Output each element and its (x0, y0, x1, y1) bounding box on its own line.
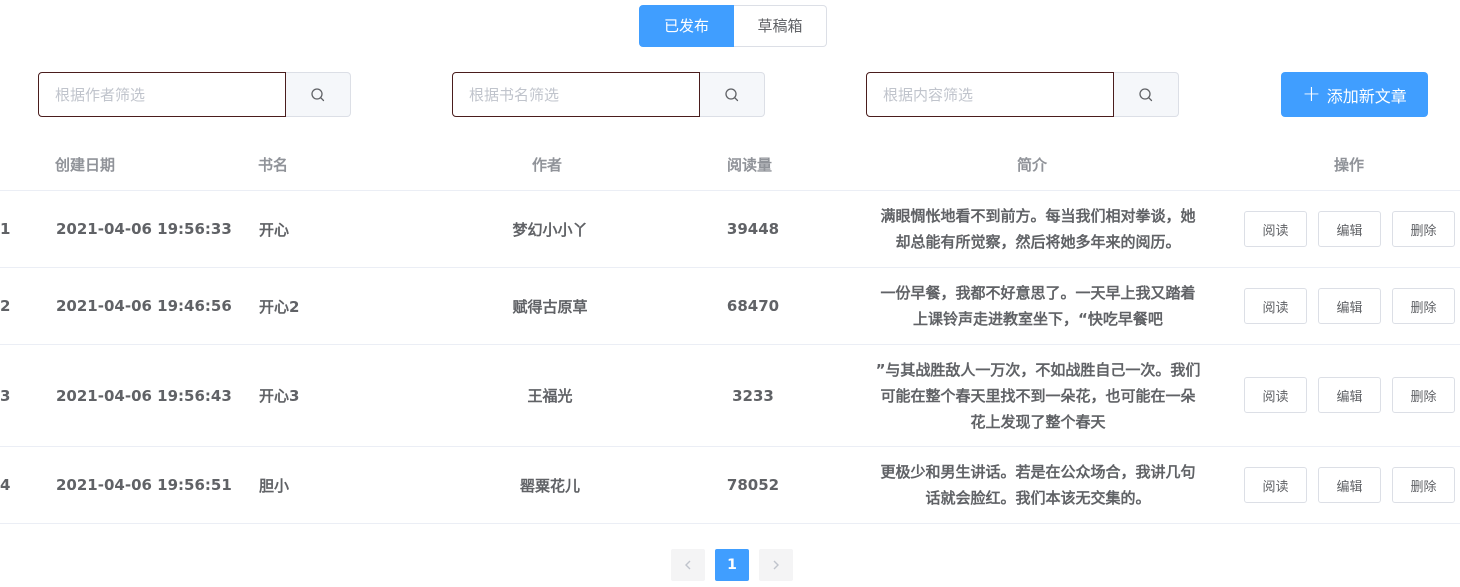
table-row: 2 2021-04-06 19:46:56 开心2 赋得古原草 68470 一份… (0, 268, 1460, 345)
row-author: 罂粟花儿 (519, 476, 580, 495)
row-index: 3 (0, 386, 11, 405)
search-icon (311, 87, 325, 101)
read-button[interactable]: 阅读 (1244, 288, 1307, 324)
header-date: 创建日期 (55, 156, 116, 174)
row-reads: 39448 (726, 220, 780, 238)
read-button[interactable]: 阅读 (1244, 211, 1307, 247)
table-row: 1 2021-04-06 19:56:33 开心 梦幻小小丫 39448 满眼惆… (0, 191, 1460, 268)
header-reads: 阅读量 (727, 156, 773, 174)
plus-icon: + (1302, 81, 1321, 107)
delete-button[interactable]: 删除 (1392, 288, 1455, 324)
tab-published[interactable]: 已发布 (639, 5, 734, 47)
table-header: 创建日期 书名 作者 阅读量 简介 操作 (0, 140, 1460, 191)
articles-table: 创建日期 书名 作者 阅读量 简介 操作 1 2021-04-06 19:56:… (0, 140, 1460, 524)
table-row: 4 2021-04-06 19:56:51 胆小 罂粟花儿 78052 更极少和… (0, 447, 1460, 524)
row-book: 开心3 (259, 387, 300, 405)
row-author: 赋得古原草 (512, 297, 588, 316)
next-page-button[interactable] (759, 549, 793, 581)
row-intro: 满眼惆怅地看不到前方。每当我们相对拳谈，她 却总能有所觉察，然后将她多年来的阅历… (858, 191, 1218, 267)
intro-line: 上课铃声走进教室坐下，“快吃早餐吧 (913, 310, 1163, 328)
header-ops: 操作 (1334, 156, 1365, 174)
row-book: 开心 (259, 220, 290, 239)
content-search-group (866, 72, 1179, 117)
row-reads: 68470 (726, 297, 780, 315)
intro-line: 话就会脸红。我们本该无交集的。 (925, 489, 1151, 507)
edit-button[interactable]: 编辑 (1318, 377, 1381, 413)
row-date: 2021-04-06 19:56:51 (56, 476, 232, 494)
intro-line: 一份早餐，我都不好意思了。一天早上我又踏着 (880, 284, 1196, 302)
header-book: 书名 (258, 156, 289, 174)
chevron-right-icon (773, 560, 779, 570)
row-date: 2021-04-06 19:56:33 (56, 220, 232, 238)
row-date: 2021-04-06 19:46:56 (56, 297, 232, 315)
row-intro: 一份早餐，我都不好意思了。一天早上我又踏着 上课铃声走进教室坐下，“快吃早餐吧 (858, 268, 1218, 344)
add-article-label: 添加新文章 (1326, 86, 1407, 106)
edit-button[interactable]: 编辑 (1318, 288, 1381, 324)
row-author: 梦幻小小丫 (512, 220, 588, 239)
content-search-button[interactable] (1114, 72, 1179, 117)
read-button[interactable]: 阅读 (1244, 467, 1307, 503)
intro-line: 却总能有所觉察，然后将她多年来的阅历。 (895, 233, 1181, 251)
edit-button[interactable]: 编辑 (1318, 211, 1381, 247)
author-search-group (38, 72, 351, 117)
tab-drafts[interactable]: 草稿箱 (734, 5, 827, 47)
row-intro: 更极少和男生讲话。若是在公众场合，我讲几句 话就会脸红。我们本该无交集的。 (858, 447, 1218, 523)
row-author: 王福光 (527, 387, 573, 405)
row-reads: 3233 (732, 386, 774, 405)
delete-button[interactable]: 删除 (1392, 467, 1455, 503)
pagination: 1 (671, 549, 793, 581)
book-search-button[interactable] (700, 72, 765, 117)
header-author: 作者 (532, 156, 563, 174)
intro-line: 花上发现了整个春天 (970, 412, 1106, 431)
book-search-input[interactable] (452, 72, 700, 117)
row-index: 2 (0, 297, 11, 315)
search-icon (1139, 87, 1153, 101)
article-manager-page: 已发布 草稿箱 + 添加新文章 (0, 0, 1460, 587)
intro-line: ”与其战胜敌人一万次，不如战胜自己一次。我们 (875, 360, 1201, 379)
read-button[interactable]: 阅读 (1244, 377, 1307, 413)
intro-line: 更极少和男生讲话。若是在公众场合，我讲几句 (880, 463, 1196, 481)
intro-line: 可能在整个春天里找不到一朵花，也可能在一朵 (880, 386, 1196, 405)
delete-button[interactable]: 删除 (1392, 377, 1455, 413)
edit-button[interactable]: 编辑 (1318, 467, 1381, 503)
row-date: 2021-04-06 19:56:43 (56, 386, 232, 405)
author-search-button[interactable] (286, 72, 351, 117)
search-icon (725, 87, 739, 101)
row-index: 1 (0, 220, 11, 238)
status-tabs: 已发布 草稿箱 (639, 5, 827, 47)
chevron-left-icon (685, 560, 691, 570)
row-index: 4 (0, 476, 11, 494)
add-article-button[interactable]: + 添加新文章 (1281, 72, 1428, 117)
delete-button[interactable]: 删除 (1392, 211, 1455, 247)
book-search-group (452, 72, 765, 117)
page-number-current[interactable]: 1 (715, 549, 749, 581)
row-intro: ”与其战胜敌人一万次，不如战胜自己一次。我们 可能在整个春天里找不到一朵花，也可… (858, 345, 1218, 446)
prev-page-button[interactable] (671, 549, 705, 581)
intro-line: 满眼惆怅地看不到前方。每当我们相对拳谈，她 (880, 207, 1196, 225)
row-book: 开心2 (259, 297, 300, 316)
table-row: 3 2021-04-06 19:56:43 开心3 王福光 3233 ”与其战胜… (0, 345, 1460, 447)
row-reads: 78052 (726, 476, 780, 494)
row-book: 胆小 (259, 476, 290, 495)
author-search-input[interactable] (38, 72, 286, 117)
header-intro: 简介 (1017, 156, 1048, 174)
content-search-input[interactable] (866, 72, 1114, 117)
